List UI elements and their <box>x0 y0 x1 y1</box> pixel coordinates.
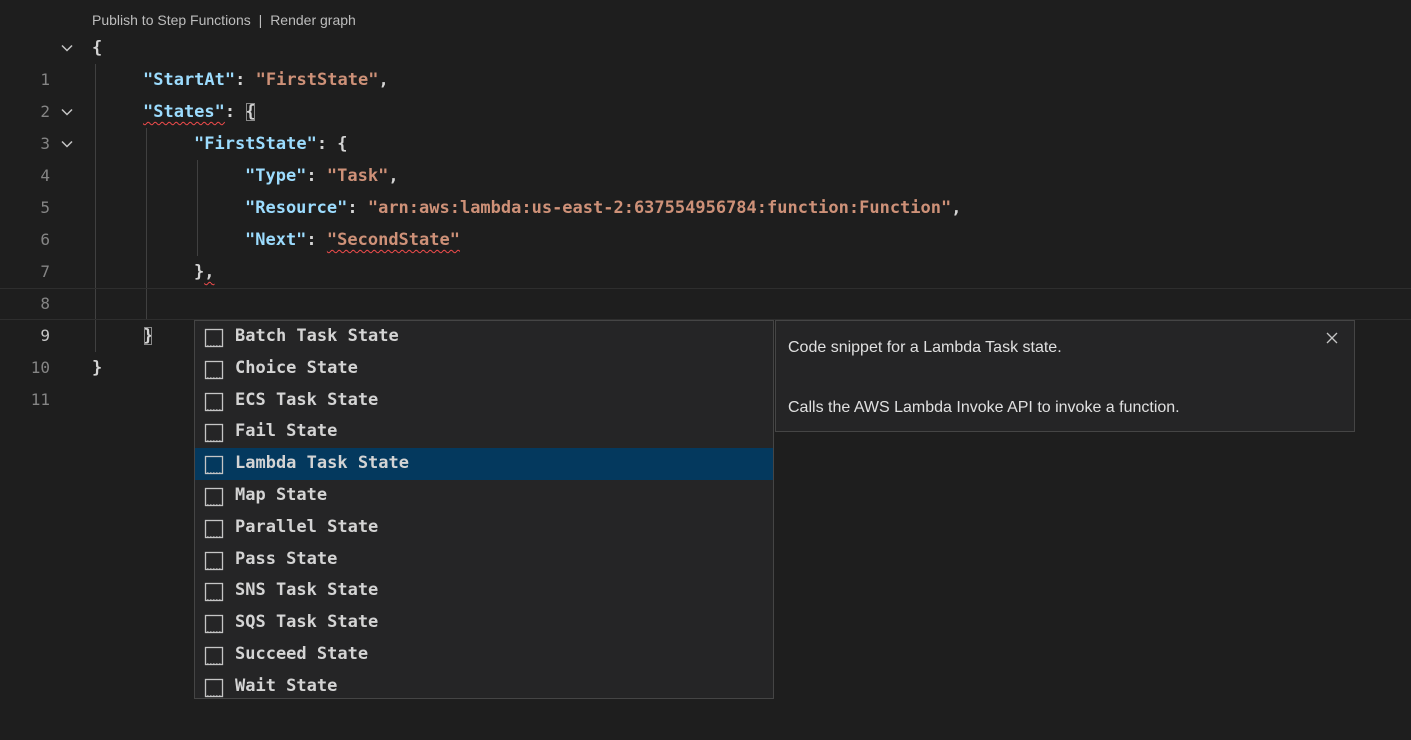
json-key-error: "States" <box>143 102 225 122</box>
suggestion-list[interactable]: Batch Task State Choice State ECS Task S… <box>194 320 774 699</box>
snippet-icon <box>204 615 224 634</box>
code-line[interactable]: 3 "States": { <box>0 96 1411 153</box>
close-brace: } <box>194 262 205 282</box>
code-line[interactable]: 4 "FirstState": { <box>0 128 1411 185</box>
colon: : <box>347 198 368 218</box>
code-line[interactable]: 2 "StartAt": "FirstState", <box>0 64 1411 121</box>
code-line-current[interactable]: 9 <box>0 288 1411 345</box>
render-graph-link[interactable]: Render graph <box>270 12 356 28</box>
matched-brace: } <box>143 326 154 346</box>
snippet-icon <box>204 392 224 411</box>
snippet-icon <box>204 456 224 475</box>
snippet-icon <box>204 646 224 666</box>
code-line[interactable]: 8 }, <box>0 256 1411 313</box>
code-line[interactable]: 7 "Next": "SecondState" <box>0 224 1411 281</box>
colon: : <box>224 102 246 122</box>
chevron-down-icon[interactable] <box>60 137 74 151</box>
comma-error: , <box>204 262 215 282</box>
colon: : <box>306 166 327 186</box>
colon: : <box>235 70 256 90</box>
comma: , <box>951 198 962 218</box>
suggestion-item[interactable]: Wait State <box>195 671 773 698</box>
suggestion-item[interactable]: Batch Task State <box>195 321 773 353</box>
line-number: 11 <box>30 390 50 409</box>
suggestion-label: Pass State <box>235 548 338 569</box>
suggestion-item[interactable]: Parallel State <box>195 512 773 544</box>
json-string: "FirstState" <box>255 70 379 90</box>
suggestion-label: Succeed State <box>235 643 369 664</box>
json-key: "Type" <box>245 166 307 186</box>
suggestion-label: Map State <box>235 484 328 505</box>
code-line[interactable]: 1 { <box>0 32 1411 89</box>
suggestion-item[interactable]: SNS Task State <box>195 575 773 607</box>
suggestion-item-selected[interactable]: Lambda Task State <box>195 448 773 480</box>
suggestion-details: Code snippet for a Lambda Task state. Ca… <box>775 320 1355 432</box>
code-line[interactable]: 6 "Resource": "arn:aws:lambda:us-east-2:… <box>0 192 1411 249</box>
suggestion-label: Batch Task State <box>235 326 399 346</box>
snippet-icon <box>204 360 224 379</box>
codelens-separator: | <box>258 12 263 28</box>
snippet-icon <box>204 424 224 443</box>
json-string: "Task" <box>326 166 389 186</box>
suggestion-label: Wait State <box>235 675 338 696</box>
code-editor[interactable]: Publish to Step Functions | Render graph… <box>0 0 1411 740</box>
publish-to-step-functions-link[interactable]: Publish to Step Functions <box>92 12 251 28</box>
colon-brace: : { <box>316 134 348 154</box>
colon: : <box>306 230 327 250</box>
json-key: "FirstState" <box>194 134 317 154</box>
suggestion-item[interactable]: Map State <box>195 480 773 512</box>
codelens-bar: Publish to Step Functions | Render graph <box>92 12 356 28</box>
suggestion-label: SNS Task State <box>235 580 379 601</box>
json-string: "arn:aws:lambda:us-east-2:637554956784:f… <box>367 198 952 218</box>
snippet-icon <box>204 487 224 507</box>
suggestion-item[interactable]: ECS Task State <box>195 385 773 417</box>
details-description: Calls the AWS Lambda Invoke API to invok… <box>788 399 1180 416</box>
suggestion-item[interactable]: Choice State <box>195 353 773 385</box>
json-key: "Next" <box>245 230 307 250</box>
suggestion-label: Parallel State <box>235 516 379 537</box>
json-key: "StartAt" <box>143 70 236 90</box>
suggestion-item[interactable]: Fail State <box>195 416 773 448</box>
snippet-icon <box>204 678 224 697</box>
close-brace: } <box>92 358 103 378</box>
details-title: Code snippet for a Lambda Task state. <box>788 339 1062 356</box>
matched-brace: { <box>245 102 256 122</box>
snippet-icon <box>204 519 224 538</box>
suggestion-label: Fail State <box>235 421 338 442</box>
suggestion-label: ECS Task State <box>235 389 379 410</box>
comma: , <box>378 70 389 90</box>
open-brace: { <box>92 38 103 58</box>
suggestion-item[interactable]: Succeed State <box>195 639 773 671</box>
json-string-error: "SecondState" <box>326 230 460 250</box>
chevron-down-icon[interactable] <box>60 41 74 55</box>
suggestion-label: Lambda Task State <box>235 453 409 474</box>
snippet-icon <box>204 328 224 348</box>
suggestion-item[interactable]: SQS Task State <box>195 607 773 639</box>
suggestion-item[interactable]: Pass State <box>195 544 773 576</box>
code-line[interactable]: 5 "Type": "Task", <box>0 160 1411 217</box>
chevron-down-icon[interactable] <box>60 105 74 119</box>
snippet-icon <box>204 551 224 570</box>
snippet-icon <box>204 583 224 602</box>
suggestion-label: Choice State <box>235 357 358 378</box>
json-key: "Resource" <box>245 198 348 218</box>
close-icon[interactable] <box>1324 330 1340 346</box>
comma: , <box>388 166 399 186</box>
suggestion-label: SQS Task State <box>235 612 379 633</box>
